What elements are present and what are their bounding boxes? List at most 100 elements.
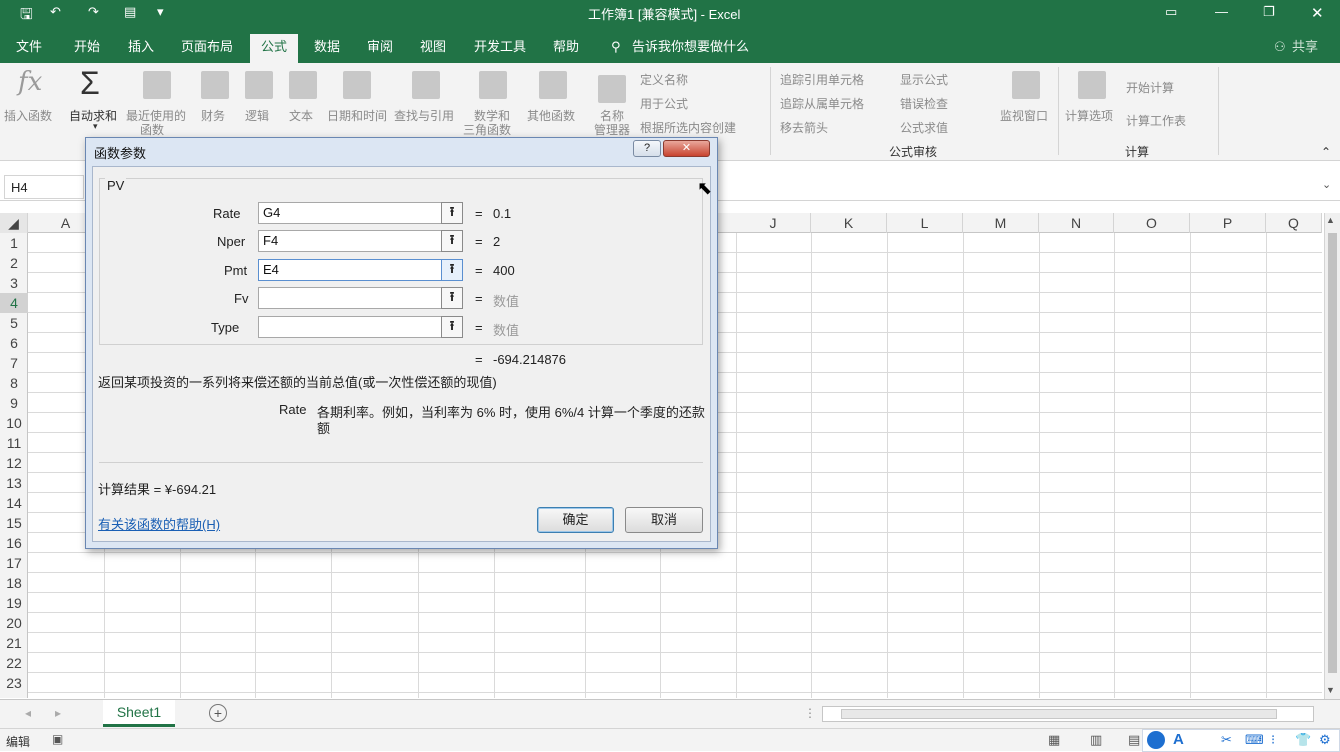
tell-me-input[interactable]: 告诉我你想要做什么	[626, 34, 755, 63]
nper-input[interactable]: F4	[258, 230, 444, 252]
row-header[interactable]: 22	[0, 653, 28, 673]
insert-function-button[interactable]: 插入函数	[4, 107, 52, 124]
collapse-ribbon-icon[interactable]: ⌃	[1321, 145, 1331, 159]
column-header[interactable]: K	[811, 213, 887, 233]
scroll-thumb[interactable]	[1328, 233, 1337, 673]
datetime-button[interactable]: 日期和时间	[327, 107, 387, 124]
row-header[interactable]: 9	[0, 393, 28, 413]
tab-home[interactable]: 开始	[68, 34, 106, 63]
collapse-rate-icon[interactable]: ⭱	[441, 202, 463, 224]
tab-view[interactable]: 视图	[414, 34, 452, 63]
next-sheet-icon[interactable]: ▸	[55, 706, 61, 720]
expand-formula-icon[interactable]: ⌄	[1322, 178, 1331, 191]
close-dialog-icon[interactable]: ✕	[663, 140, 710, 157]
evaluate-formula-button[interactable]: 公式求值	[900, 119, 948, 136]
add-sheet-icon[interactable]: +	[209, 704, 227, 722]
column-header[interactable]: O	[1114, 213, 1190, 233]
pmt-input[interactable]: E4	[258, 259, 444, 281]
name-box[interactable]: H4	[4, 175, 84, 199]
normal-view-icon[interactable]: ▦	[1048, 732, 1060, 748]
define-name-button[interactable]: 定义名称	[640, 71, 688, 88]
fv-input[interactable]	[258, 287, 444, 309]
tab-formulas[interactable]: 公式	[250, 34, 299, 63]
help-icon[interactable]: ?	[633, 140, 661, 157]
row-header[interactable]: 8	[0, 373, 28, 393]
column-header[interactable]: Q	[1266, 213, 1322, 233]
row-header[interactable]: 7	[0, 353, 28, 373]
tab-data[interactable]: 数据	[308, 34, 346, 63]
autosum-dropdown-icon[interactable]: ▾	[93, 121, 98, 132]
rate-input[interactable]: G4	[258, 202, 444, 224]
minimize-icon[interactable]: —	[1215, 4, 1228, 19]
lookup-button[interactable]: 查找与引用	[394, 107, 454, 124]
row-header[interactable]: 3	[0, 273, 28, 293]
ime-settings-icon[interactable]: ⚙	[1319, 732, 1331, 748]
select-all-corner[interactable]: ◢	[0, 213, 28, 233]
redo-icon[interactable]: ↷	[88, 4, 99, 20]
page-break-view-icon[interactable]: ▤	[1128, 732, 1140, 748]
ime-mode-icon[interactable]: A	[1173, 731, 1184, 748]
column-header[interactable]: N	[1039, 213, 1114, 233]
tab-review[interactable]: 审阅	[361, 34, 399, 63]
remove-arrows-button[interactable]: 移去箭头	[780, 119, 828, 136]
row-header[interactable]: 12	[0, 453, 28, 473]
row-header[interactable]: 23	[0, 673, 28, 693]
watch-window-button[interactable]: 监视窗口	[1000, 107, 1048, 124]
tab-help[interactable]: 帮助	[547, 34, 585, 63]
error-checking-button[interactable]: 错误检查	[900, 95, 948, 112]
save-icon[interactable]: 🖫	[20, 4, 33, 29]
ime-keyboard-icon[interactable]: ⌨	[1245, 732, 1264, 748]
ime-logo-icon[interactable]	[1147, 731, 1165, 749]
row-header[interactable]: 5	[0, 313, 28, 333]
collapse-type-icon[interactable]: ⭱	[441, 316, 463, 338]
trace-dependents-button[interactable]: 追踪从属单元格	[780, 95, 864, 112]
macro-record-icon[interactable]: ▣	[52, 732, 63, 746]
other-functions-button[interactable]: 其他函数	[527, 107, 575, 124]
create-from-selection-button[interactable]: 根据所选内容创建	[640, 119, 736, 136]
tab-file[interactable]: 文件	[10, 34, 48, 63]
function-help-link[interactable]: 有关该函数的帮助(H)	[98, 514, 220, 533]
row-header[interactable]: 16	[0, 533, 28, 553]
vertical-scrollbar[interactable]: ▲ ▼	[1324, 213, 1340, 699]
financial-button[interactable]: 财务	[201, 107, 225, 124]
show-formulas-button[interactable]: 显示公式	[900, 71, 948, 88]
row-header[interactable]: 6	[0, 333, 28, 353]
row-header[interactable]: 2	[0, 253, 28, 273]
customize-qat-icon[interactable]: ▾	[157, 4, 164, 20]
form-icon[interactable]: ▤	[124, 4, 136, 20]
share-button[interactable]: 共享	[1286, 34, 1324, 63]
scroll-up-icon[interactable]: ▲	[1326, 215, 1335, 225]
collapse-fv-icon[interactable]: ⭱	[441, 287, 463, 309]
collapse-nper-icon[interactable]: ⭱	[441, 230, 463, 252]
split-handle-icon[interactable]: ⋮	[804, 706, 816, 720]
row-header[interactable]: 15	[0, 513, 28, 533]
row-header[interactable]: 17	[0, 553, 28, 573]
cancel-button[interactable]: 取消	[625, 507, 703, 533]
column-header[interactable]: P	[1190, 213, 1266, 233]
use-in-formula-button[interactable]: 用于公式	[640, 95, 688, 112]
row-header[interactable]: 11	[0, 433, 28, 453]
row-header[interactable]: 1	[0, 233, 28, 253]
row-header[interactable]: 19	[0, 593, 28, 613]
ime-tools-icon[interactable]: ✂	[1221, 732, 1232, 748]
column-header[interactable]: L	[887, 213, 963, 233]
scroll-down-icon[interactable]: ▼	[1326, 685, 1335, 695]
row-header[interactable]: 4	[0, 293, 28, 313]
close-icon[interactable]: ✕	[1311, 4, 1324, 22]
ok-button[interactable]: 确定	[537, 507, 614, 533]
row-header[interactable]: 14	[0, 493, 28, 513]
row-header[interactable]: 20	[0, 613, 28, 633]
collapse-pmt-icon[interactable]: ⭱	[441, 259, 463, 281]
page-layout-view-icon[interactable]: ▥	[1090, 732, 1102, 748]
calculate-sheet-button[interactable]: 计算工作表	[1126, 112, 1186, 129]
formula-input[interactable]	[718, 175, 1336, 199]
tab-page-layout[interactable]: 页面布局	[175, 34, 239, 63]
logical-button[interactable]: 逻辑	[245, 107, 269, 124]
sheet-tab[interactable]: Sheet1	[103, 700, 175, 727]
row-header[interactable]: 18	[0, 573, 28, 593]
type-input[interactable]	[258, 316, 444, 338]
ime-menu-icon[interactable]: ⁝	[1271, 732, 1275, 748]
column-header[interactable]: J	[736, 213, 811, 233]
calc-options-button[interactable]: 计算选项	[1065, 107, 1113, 124]
text-button[interactable]: 文本	[289, 107, 313, 124]
